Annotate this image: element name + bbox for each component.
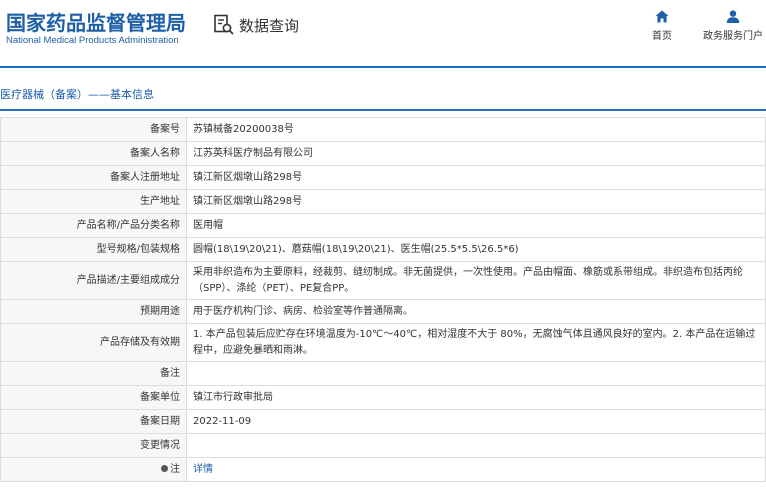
row-label: 预期用途 xyxy=(0,299,187,324)
nav-portal-link[interactable]: 政务服务门户 xyxy=(700,10,766,42)
section-divider xyxy=(0,109,766,111)
table-row: 备案号 苏镇械备20200038号 xyxy=(0,117,766,142)
row-value xyxy=(186,361,766,386)
filing-info-table: 备案号 苏镇械备20200038号 备案人名称 江苏英科医疗制品有限公司 备案人… xyxy=(0,117,766,482)
table-row: 备案人注册地址 镇江新区烟墩山路298号 xyxy=(0,165,766,190)
row-value xyxy=(186,433,766,458)
row-label: 备案人注册地址 xyxy=(0,165,187,190)
table-row: 预期用途 用于医疗机构门诊、病房、检验室等作普通隔离。 xyxy=(0,299,766,324)
details-link[interactable]: 详情 xyxy=(186,457,766,482)
table-row: 备案日期 2022-11-09 xyxy=(0,409,766,434)
nav-home-link[interactable]: 首页 xyxy=(632,10,692,42)
table-row: 备案人名称 江苏英科医疗制品有限公司 xyxy=(0,141,766,166)
row-value: 苏镇械备20200038号 xyxy=(186,117,766,142)
table-row: 备注 xyxy=(0,361,766,386)
user-icon xyxy=(700,10,766,23)
row-value: 用于医疗机构门诊、病房、检验室等作普通隔离。 xyxy=(186,299,766,324)
row-value: 1. 本产品包装后应贮存在环境温度为-10℃～40℃，相对湿度不大于 80%，无… xyxy=(186,323,766,362)
row-label: 型号规格/包装规格 xyxy=(0,237,187,262)
table-row: 变更情况 xyxy=(0,433,766,458)
row-label: 备注 xyxy=(0,361,187,386)
org-name-en[interactable]: National Medical Products Administration xyxy=(6,35,179,46)
row-label: 备案日期 xyxy=(0,409,187,434)
row-label: 备案单位 xyxy=(0,385,187,410)
table-row: 注 详情 xyxy=(0,457,766,482)
data-query-link[interactable]: 数据查询 xyxy=(213,14,299,36)
row-value: 镇江新区烟墩山路298号 xyxy=(186,189,766,214)
row-label: 变更情况 xyxy=(0,433,187,458)
row-label: 产品名称/产品分类名称 xyxy=(0,213,187,238)
row-label: 生产地址 xyxy=(0,189,187,214)
info-dot-icon xyxy=(161,465,168,472)
data-query-label: 数据查询 xyxy=(239,16,300,35)
row-label: 备案人名称 xyxy=(0,141,187,166)
row-label-note: 注 xyxy=(0,457,187,482)
site-header: 国家药品监督管理局 National Medical Products Admi… xyxy=(0,0,766,62)
row-value: 医用帽 xyxy=(186,213,766,238)
row-label: 产品存储及有效期 xyxy=(0,323,187,362)
row-label: 产品描述/主要组成成分 xyxy=(0,261,187,300)
row-value: 2022-11-09 xyxy=(186,409,766,434)
home-icon xyxy=(632,10,692,23)
row-label: 备案号 xyxy=(0,117,187,142)
table-row: 产品存储及有效期 1. 本产品包装后应贮存在环境温度为-10℃～40℃，相对湿度… xyxy=(0,323,766,362)
table-row: 生产地址 镇江新区烟墩山路298号 xyxy=(0,189,766,214)
table-row: 产品描述/主要组成成分 采用非织造布为主要原料，经裁剪、缝纫制成。非无菌提供，一… xyxy=(0,261,766,300)
table-row: 产品名称/产品分类名称 医用帽 xyxy=(0,213,766,238)
table-row: 型号规格/包装规格 圆帽(18\19\20\21)、蘑菇帽(18\19\20\2… xyxy=(0,237,766,262)
row-value: 江苏英科医疗制品有限公司 xyxy=(186,141,766,166)
row-value: 镇江新区烟墩山路298号 xyxy=(186,165,766,190)
table-row: 备案单位 镇江市行政审批局 xyxy=(0,385,766,410)
row-value: 镇江市行政审批局 xyxy=(186,385,766,410)
nav-portal-label: 政务服务门户 xyxy=(703,31,763,42)
row-value: 圆帽(18\19\20\21)、蘑菇帽(18\19\20\21)、医生帽(25.… xyxy=(186,237,766,262)
header-divider xyxy=(0,66,766,68)
row-value: 采用非织造布为主要原料，经裁剪、缝纫制成。非无菌提供，一次性使用。产品由帽面、橡… xyxy=(186,261,766,300)
document-search-icon xyxy=(213,14,235,36)
row-label: 注 xyxy=(170,463,180,475)
nav-home-label: 首页 xyxy=(652,31,672,42)
section-title: 医疗器械（备案）——基本信息 xyxy=(0,88,154,101)
org-name-cn[interactable]: 国家药品监督管理局 xyxy=(6,7,186,36)
